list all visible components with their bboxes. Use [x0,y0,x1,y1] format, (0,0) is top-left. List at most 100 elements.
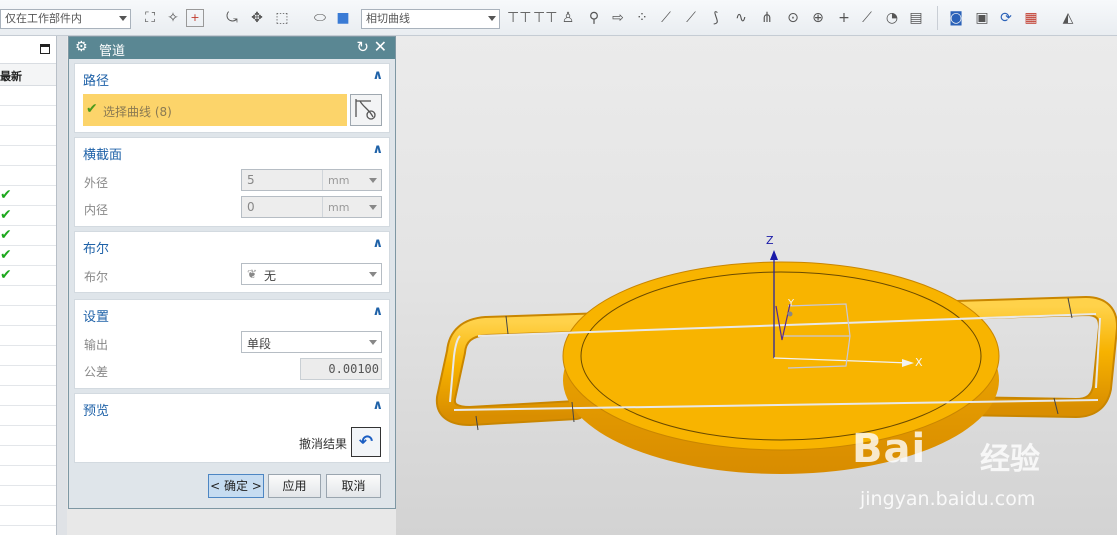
output-dropdown[interactable]: 单段 [241,331,382,353]
chevron-down-icon [488,16,496,21]
arrow-icon[interactable]: ⚲ [584,8,604,28]
navigator-row[interactable] [0,306,56,326]
slash-icon[interactable]: ⟋ [857,8,877,28]
navigator-row[interactable] [0,506,56,526]
arc-icon[interactable]: ⟋ [656,8,676,28]
rect-select-icon[interactable]: ⬚ [272,8,292,28]
navigator-column-header[interactable]: 最新 [0,64,56,86]
point-icon[interactable]: ⊤⊤ [533,8,557,28]
navigator-row[interactable] [0,446,56,466]
path-header[interactable]: 路径 [83,70,109,89]
vector-icon[interactable]: ♙ [558,8,578,28]
select-box-icon[interactable]: + [186,9,204,27]
zoom-icon[interactable]: ◙ [946,8,966,28]
chevron-down-icon [369,272,377,277]
chevron-up-icon[interactable]: ∧ [372,236,383,251]
inner-diameter-input[interactable]: 0 mm [241,196,382,218]
axis-icon[interactable]: ⋔ [757,8,777,28]
navigator-row[interactable]: ✔ [0,266,56,286]
snap-icon[interactable]: ⛶ [140,8,160,28]
panel-splitter[interactable] [57,36,67,535]
navigator-row[interactable]: ✔ [0,226,56,246]
target-icon[interactable]: ⊕ [808,8,828,28]
gear-icon[interactable]: ⚙ [75,39,88,55]
curve-rule-button[interactable] [350,94,382,126]
ruler-icon[interactable]: ⊤⊤ [507,8,531,28]
navigator-row[interactable] [0,126,56,146]
tube-dialog: ⚙ 管道 ↻ ✕ 路径 ∧ ✔ 选择曲线 (8) 横截面 ∧ 外径 5 mm 内… [68,36,396,509]
layer-icon[interactable]: ▦ [1021,8,1041,28]
navigator-row[interactable] [0,426,56,446]
dialog-titlebar: ⚙ 管道 ↻ ✕ [69,37,395,59]
navigator-row[interactable] [0,106,56,126]
chevron-down-icon[interactable] [369,205,377,210]
top-toolbar: 仅在工作部件内 ⛶ ✧ + ⤿ ✥ ⬚ ⬭ ■ 相切曲线 ⊤⊤ ⊤⊤ ♙ ⚲ ⇨… [0,0,1117,36]
settings-header[interactable]: 设置 [83,306,109,325]
rotate-icon[interactable]: ⤿ [222,8,242,28]
curve-rule-dropdown[interactable]: 相切曲线 [361,9,500,29]
close-icon[interactable]: ✕ [374,37,387,56]
chevron-up-icon[interactable]: ∧ [372,68,383,83]
watermark-brand: Bai [852,426,927,472]
navigator-row[interactable] [0,406,56,426]
graphics-viewport[interactable]: Z X Y Bai 经验 jingyan.baidu.com [396,36,1117,535]
navigator-row[interactable]: ✔ [0,246,56,266]
star-icon[interactable]: ∿ [731,8,751,28]
cross-section-header[interactable]: 横截面 [83,144,122,163]
cube-icon[interactable]: ■ [333,8,353,28]
grid-icon[interactable]: ⇨ [608,8,628,28]
selection-filter-dropdown[interactable]: 仅在工作部件内 [0,9,131,29]
ok-button[interactable]: < 确定 > [208,474,264,498]
navigator-row[interactable] [0,366,56,386]
circle-icon[interactable]: ⊙ [783,8,803,28]
pan-icon[interactable]: ✥ [247,8,267,28]
chevron-up-icon[interactable]: ∧ [372,398,383,413]
navigator-row[interactable] [0,166,56,186]
boolean-group: 布尔 ∧ 布尔 ❦ 无 [74,231,390,293]
chevron-down-icon[interactable] [369,178,377,183]
watermark-brand-cn: 经验 [980,442,1040,477]
navigator-row[interactable]: ✔ [0,186,56,206]
navigator-row[interactable] [0,346,56,366]
maximize-icon[interactable] [40,44,50,54]
shape-icon[interactable]: ◔ [882,8,902,28]
filter-icon[interactable]: ✧ [163,8,183,28]
boolean-dropdown[interactable]: ❦ 无 [241,263,382,285]
y-axis-label: Y [788,298,795,309]
toolbar-separator [937,6,938,30]
line-icon[interactable]: ⁘ [632,8,652,28]
up-to-date-check-icon: ✔ [0,187,12,203]
checkmark-icon: ✔ [86,101,98,117]
dialog-title: 管道 [99,44,126,59]
boolean-header[interactable]: 布尔 [83,238,109,257]
reset-icon[interactable]: ↻ [356,38,369,56]
select-curve-field[interactable]: ✔ 选择曲线 (8) [83,94,347,126]
cancel-button[interactable]: 取消 [326,474,381,498]
inner-diameter-unit[interactable]: mm [322,197,367,217]
navigator-row[interactable] [0,286,56,306]
window-icon[interactable]: ▣ [972,8,992,28]
navigator-row[interactable] [0,386,56,406]
navigator-row[interactable] [0,466,56,486]
chevron-up-icon[interactable]: ∧ [372,304,383,319]
outer-diameter-input[interactable]: 5 mm [241,169,382,191]
outer-diameter-unit[interactable]: mm [322,170,367,190]
book-icon[interactable]: ▤ [906,8,926,28]
preview-group: 预览 ∧ 撤消结果 ↶ [74,393,390,463]
display-icon[interactable]: ◭ [1058,8,1078,28]
navigator-row[interactable] [0,326,56,346]
preview-header[interactable]: 预览 [83,400,109,419]
curve-icon[interactable]: ⟆ [706,8,726,28]
tolerance-input[interactable]: 0.00100 [300,358,382,380]
navigator-row[interactable]: ✔ [0,206,56,226]
apply-button[interactable]: 应用 [268,474,321,498]
navigator-row[interactable] [0,146,56,166]
refresh-icon[interactable]: ⟳ [996,8,1016,28]
navigator-row[interactable] [0,86,56,106]
undo-result-button[interactable]: ↶ [351,427,381,457]
chevron-up-icon[interactable]: ∧ [372,142,383,157]
spline-icon[interactable]: ⟋ [681,8,701,28]
plus-icon[interactable]: + [834,8,854,28]
navigator-row[interactable] [0,486,56,506]
view-icon[interactable]: ⬭ [310,8,330,28]
